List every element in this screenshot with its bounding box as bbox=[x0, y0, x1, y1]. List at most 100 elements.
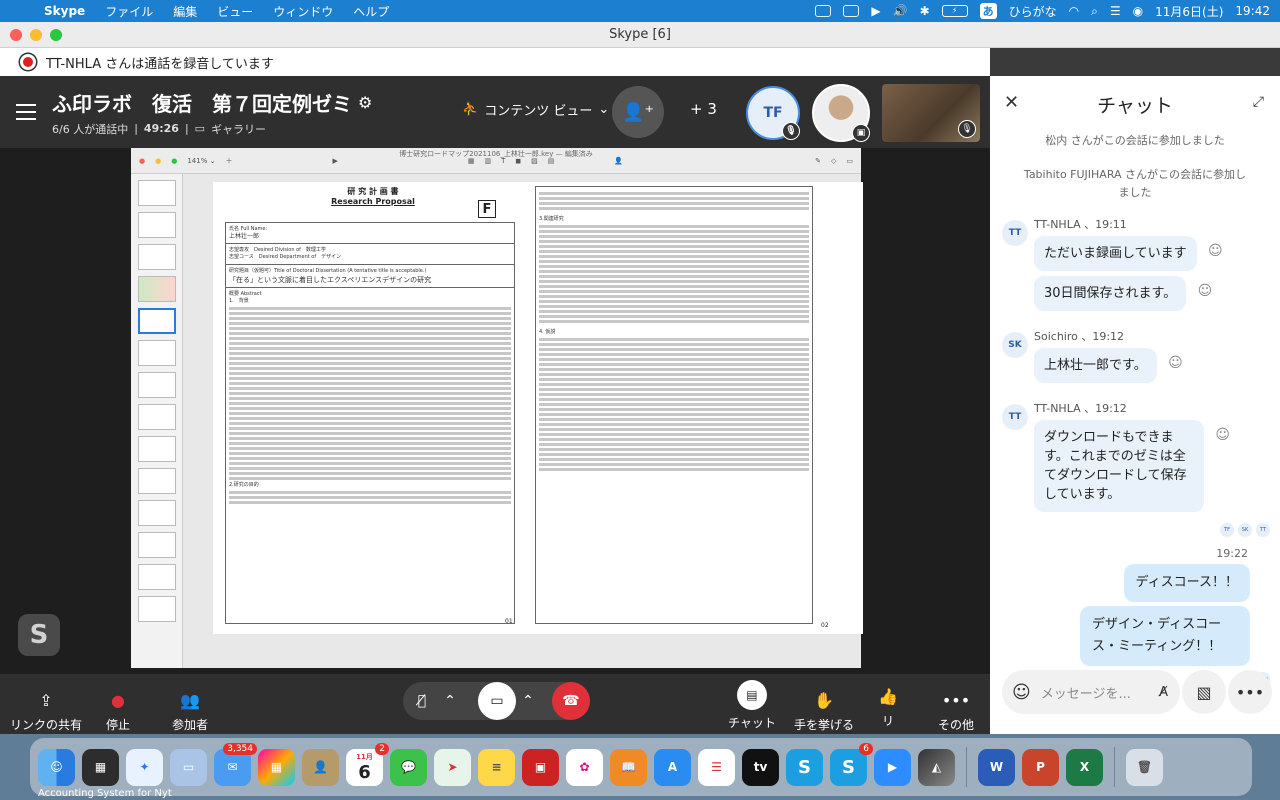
react-button[interactable]: 👍 リ bbox=[876, 684, 900, 729]
bluetooth-icon[interactable]: ✱ bbox=[920, 4, 930, 18]
slide-thumbnail[interactable] bbox=[137, 404, 176, 430]
books-icon[interactable]: 📖 bbox=[610, 748, 647, 786]
gallery-link[interactable]: ギャラリー bbox=[211, 121, 266, 137]
raise-hand-button[interactable]: ✋ 手を挙げる bbox=[794, 688, 854, 733]
participants-button[interactable]: 👥 参加者 bbox=[172, 688, 208, 733]
skype-icon[interactable]: S6 bbox=[830, 742, 873, 786]
preview-icon[interactable]: ▭ bbox=[170, 748, 207, 786]
finder-icon[interactable]: ☺ bbox=[38, 748, 75, 786]
menu-window[interactable]: ウィンドウ bbox=[263, 3, 343, 20]
mute-mic-button[interactable]: 🎙̸ bbox=[403, 682, 441, 720]
search-icon[interactable]: ⌕ bbox=[1091, 4, 1098, 19]
camera-button[interactable]: ▭ bbox=[478, 682, 516, 720]
messages-icon[interactable]: 💬 bbox=[390, 748, 427, 786]
end-call-button[interactable]: ☎ bbox=[552, 682, 590, 720]
photos-icon[interactable]: ✿ bbox=[566, 748, 603, 786]
emoji-reaction-icon[interactable]: ☺ bbox=[1198, 282, 1213, 301]
format-text-icon[interactable]: A̸ bbox=[1159, 685, 1168, 700]
zoom-window-button[interactable] bbox=[50, 28, 62, 41]
add-participant-button[interactable]: 👤⁺ bbox=[612, 86, 664, 138]
share-link-button[interactable]: ⇪ リンクの共有 bbox=[10, 688, 82, 733]
launchpad-icon[interactable]: ▦ bbox=[258, 748, 295, 786]
siri-icon[interactable]: ◉ bbox=[1133, 4, 1143, 18]
tray-icon[interactable] bbox=[815, 5, 832, 17]
camera-options-chevron-icon[interactable]: ⌃ bbox=[516, 682, 540, 720]
maps-icon[interactable]: ➤ bbox=[434, 748, 471, 786]
settings-gear-icon[interactable]: ⚙ bbox=[358, 93, 372, 112]
skype-icon[interactable]: S bbox=[786, 748, 823, 786]
slide-thumbnail[interactable] bbox=[137, 436, 176, 462]
slide-thumbnail[interactable] bbox=[137, 532, 176, 558]
emoji-reaction-icon[interactable]: ☺ bbox=[1208, 242, 1223, 261]
extra-participants-count[interactable]: + 3 bbox=[690, 100, 717, 118]
emoji-icon[interactable]: ☺ bbox=[1012, 682, 1031, 703]
safari-icon[interactable]: ✦ bbox=[126, 748, 163, 786]
menu-help[interactable]: ヘルプ bbox=[343, 3, 399, 20]
menu-file[interactable]: ファイル bbox=[95, 3, 163, 20]
my-message-bubble[interactable]: ディスコース！！ bbox=[1123, 564, 1250, 602]
menu-edit[interactable]: 編集 bbox=[163, 3, 207, 20]
avatar[interactable]: TT bbox=[1002, 220, 1028, 246]
participant-avatar-photo[interactable]: ▣ bbox=[812, 84, 870, 142]
slide-thumbnail[interactable] bbox=[137, 372, 176, 398]
avatar[interactable]: TT bbox=[1002, 404, 1028, 430]
notes-icon[interactable]: ≡ bbox=[478, 748, 515, 786]
mail-icon[interactable]: ✉ 3,354 bbox=[214, 742, 257, 786]
slide-thumbnail[interactable] bbox=[137, 596, 176, 622]
gallery-icon[interactable] bbox=[843, 5, 860, 17]
reminders-icon[interactable]: ☰ bbox=[698, 748, 735, 786]
emoji-reaction-icon[interactable]: ☺ bbox=[1215, 426, 1230, 445]
participant-avatar-tf[interactable]: TF 🎙 bbox=[746, 86, 800, 140]
volume-icon[interactable]: 🔊 bbox=[893, 4, 908, 18]
photo-booth-icon[interactable]: ▣ bbox=[522, 748, 559, 786]
menu-view[interactable]: ビュー bbox=[207, 3, 263, 20]
close-window-button[interactable] bbox=[10, 28, 22, 41]
chat-button[interactable]: ▤ チャット bbox=[728, 680, 776, 731]
ime-mode[interactable]: ひらがな bbox=[1009, 3, 1057, 20]
message-bubble[interactable]: 上林壮一郎です。 ☺ bbox=[1034, 348, 1183, 383]
message-bubble[interactable]: ただいま録画しています ☺ bbox=[1034, 236, 1223, 271]
view-select[interactable]: ⛹ コンテンツ ビュー ⌄ bbox=[462, 100, 609, 119]
slide-thumbnail[interactable] bbox=[137, 340, 176, 366]
keynote-icon[interactable]: ◭ bbox=[918, 748, 955, 786]
powerpoint-icon[interactable]: P bbox=[1022, 748, 1059, 786]
slide-thumbnail-selected[interactable] bbox=[137, 308, 176, 334]
calendar-icon[interactable]: 11月 6 2 bbox=[346, 742, 389, 786]
mic-options-chevron-icon[interactable]: ⌃ bbox=[438, 682, 462, 720]
slide-thumbnail[interactable] bbox=[137, 276, 176, 302]
trash-icon[interactable]: 🗑 bbox=[1126, 748, 1163, 786]
contacts-icon[interactable]: 👤 bbox=[302, 748, 339, 786]
message-composer[interactable]: ☺ メッセージを... A̸ bbox=[1002, 670, 1180, 714]
mission-control-icon[interactable]: ▦ bbox=[82, 748, 119, 786]
message-input[interactable]: メッセージを... bbox=[1041, 683, 1131, 702]
menu-app-name[interactable]: Skype bbox=[34, 4, 95, 18]
app-store-icon[interactable]: A bbox=[654, 748, 691, 786]
more-button[interactable]: ••• その他 bbox=[938, 688, 974, 733]
slide-thumbnail[interactable] bbox=[137, 500, 176, 526]
message-bubble[interactable]: ダウンロードもできます。これまでのゼミは全てダウンロードして保存しています。 ☺ bbox=[1034, 420, 1230, 512]
stop-recording-button[interactable]: ● 停止 bbox=[106, 688, 130, 733]
excel-icon[interactable]: X bbox=[1066, 748, 1103, 786]
expand-icon[interactable]: ⤢ bbox=[1253, 94, 1264, 110]
gallery-icon[interactable]: ▭ bbox=[195, 122, 205, 135]
message-bubble[interactable]: 30日間保存されます。 ☺ bbox=[1034, 276, 1212, 311]
slide-thumbnail[interactable] bbox=[137, 180, 176, 206]
ime-icon[interactable]: あ bbox=[979, 3, 997, 19]
battery-icon[interactable]: ⚡ bbox=[941, 5, 968, 17]
slide-thumbnail[interactable] bbox=[137, 212, 176, 238]
more-options-button[interactable]: ••• bbox=[1228, 670, 1272, 714]
avatar[interactable]: SK bbox=[1002, 332, 1028, 358]
media-gallery-button[interactable]: ▧ bbox=[1182, 670, 1226, 714]
slide-thumbnail[interactable] bbox=[137, 244, 176, 270]
slide-thumbnail[interactable] bbox=[137, 468, 176, 494]
my-message-bubble[interactable]: デザイン・ディスコース・ミーティング！！ bbox=[1080, 606, 1250, 666]
apple-tv-icon[interactable]: tv bbox=[742, 748, 779, 786]
minimize-window-button[interactable] bbox=[30, 28, 42, 41]
control-center-icon[interactable]: ☰ bbox=[1110, 4, 1121, 18]
word-icon[interactable]: W bbox=[978, 748, 1015, 786]
slide-thumbnail[interactable] bbox=[137, 564, 176, 590]
participant-video-thumbnail[interactable]: 🎙 bbox=[882, 84, 980, 142]
play-icon[interactable]: ▶ bbox=[871, 4, 880, 18]
zoom-icon[interactable]: ▶ bbox=[874, 748, 911, 786]
emoji-reaction-icon[interactable]: ☺ bbox=[1168, 354, 1183, 373]
